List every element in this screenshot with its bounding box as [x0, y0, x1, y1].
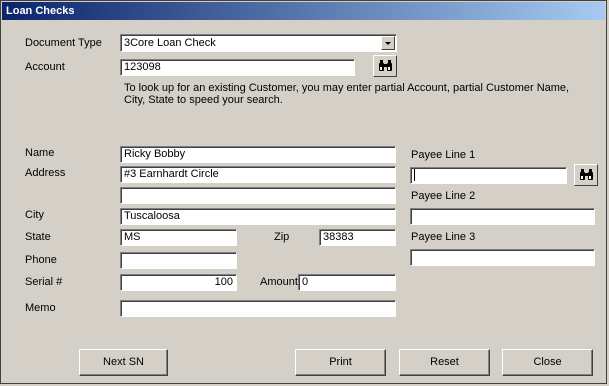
- next-sn-button[interactable]: Next SN: [79, 349, 168, 376]
- window-title: Loan Checks: [6, 5, 75, 17]
- loan-checks-window: Loan Checks Document Type 3Core Loan Che…: [0, 0, 607, 384]
- address-label: Address: [25, 167, 66, 179]
- name-label: Name: [25, 147, 55, 159]
- serial-label: Serial #: [25, 276, 63, 288]
- payee-line1-label: Payee Line 1: [411, 149, 476, 161]
- payee-line2-label: Payee Line 2: [411, 190, 476, 202]
- print-button[interactable]: Print: [295, 349, 386, 376]
- memo-label: Memo: [25, 302, 56, 314]
- close-label: Close: [533, 356, 562, 368]
- text-caret: [414, 169, 415, 182]
- name-field[interactable]: Ricky Bobby: [120, 146, 396, 163]
- serial-field[interactable]: 100: [120, 274, 237, 291]
- title-bar[interactable]: Loan Checks: [2, 2, 605, 20]
- binoculars-icon: [379, 60, 392, 71]
- state-label: State: [25, 231, 51, 243]
- account-label: Account: [25, 61, 65, 73]
- phone-field[interactable]: [120, 252, 237, 269]
- payee-line2-field[interactable]: [410, 208, 595, 225]
- payee-line3-field[interactable]: [410, 249, 595, 266]
- close-button[interactable]: Close: [502, 349, 593, 376]
- city-field[interactable]: Tuscaloosa: [120, 208, 396, 225]
- zip-field[interactable]: 38383: [319, 229, 396, 246]
- print-label: Print: [329, 356, 352, 368]
- lookup-hint-line2: City, State to speed your search.: [124, 94, 283, 106]
- payee-line3-label: Payee Line 3: [411, 231, 476, 243]
- payee-line1-field[interactable]: [410, 167, 567, 184]
- city-label: City: [25, 209, 44, 221]
- address-line2-field[interactable]: [120, 187, 396, 204]
- state-field[interactable]: MS: [120, 229, 237, 246]
- account-lookup-button[interactable]: [373, 55, 397, 77]
- binoculars-icon: [580, 169, 593, 180]
- phone-label: Phone: [25, 254, 57, 266]
- document-type-select[interactable]: 3Core Loan Check: [120, 34, 397, 52]
- reset-label: Reset: [430, 356, 459, 368]
- chevron-down-icon[interactable]: [381, 36, 395, 50]
- reset-button[interactable]: Reset: [399, 349, 490, 376]
- document-type-value: 3Core Loan Check: [124, 37, 216, 49]
- zip-label: Zip: [274, 231, 290, 243]
- payee-lookup-button[interactable]: [574, 164, 598, 186]
- memo-field[interactable]: [120, 300, 396, 317]
- amount-label: Amount: [260, 276, 298, 288]
- address-line1-field[interactable]: #3 Earnhardt Circle: [120, 166, 396, 183]
- amount-field[interactable]: 0: [298, 274, 396, 291]
- document-type-label: Document Type: [25, 37, 102, 49]
- next-sn-label: Next SN: [103, 356, 144, 368]
- account-field[interactable]: 123098: [120, 59, 355, 76]
